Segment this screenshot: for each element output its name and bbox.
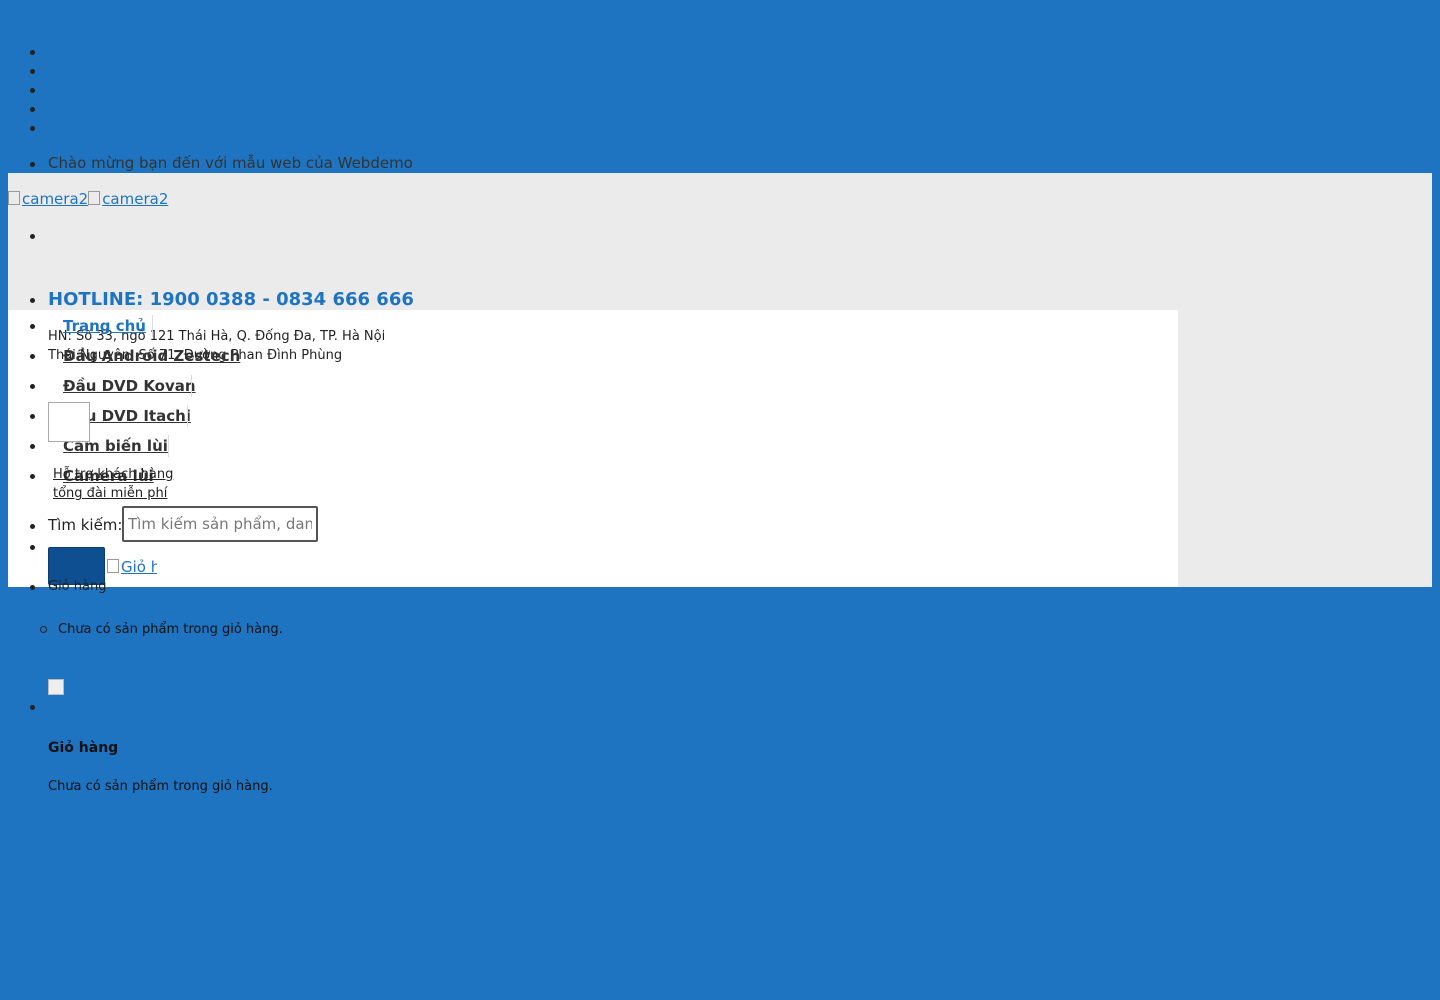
support-line-1[interactable]: Hỗ trợ khách hàng [53,467,173,482]
nav-item-android-zestech[interactable]: Đầu Android Zestech [63,347,240,365]
support-icon [48,402,90,442]
cart-image-icon [48,679,64,695]
social-link-2[interactable] [30,69,35,74]
cart-link[interactable]: Giỏ hàng [107,558,157,588]
social-link-1[interactable] [30,50,35,55]
logo-link-2[interactable]: camera2 [88,190,168,208]
nav-separator [191,375,192,397]
nav-bullet [30,384,35,389]
nav-item-home[interactable]: Trang chủ [63,317,146,335]
support-line-2[interactable]: tổng đài miễn phí [53,486,167,501]
welcome-bullet [30,162,35,167]
header-bullet [30,234,35,239]
nav-bullet [30,414,35,419]
logo[interactable]: camera2 camera2 [8,190,168,208]
hotline: HOTLINE: 1900 0388 - 0834 666 666 [48,289,414,310]
cart-sub-bullet [40,626,47,633]
nav-bullet [30,444,35,449]
cart-icon [107,559,119,573]
hotline-bullet [30,298,35,303]
search-bullet [30,524,35,529]
social-link-3[interactable] [30,88,35,93]
nav-separator [168,435,169,457]
cart-heading: Giỏ hàng [48,740,119,756]
welcome-text: Chào mừng bạn đến với mẫu web của Webdem… [48,154,413,172]
nav-bullet [30,474,35,479]
broken-image-icon [8,191,20,205]
nav-bullet [30,324,35,329]
search-label: Tìm kiếm: [48,516,123,534]
broken-image-icon [88,191,101,205]
cart-title: Giỏ hàng [48,579,107,594]
nav-bullet [30,354,35,359]
logo-link-1[interactable]: camera2 [8,190,88,208]
search-button-bullet [30,545,35,550]
cart-popup-bullet [30,705,35,710]
cart-empty-message-2: Chưa có sản phẩm trong giỏ hàng. [48,779,273,794]
social-link-4[interactable] [30,107,35,112]
cart-bullet [30,585,35,590]
nav-item-dvd-kovan[interactable]: Đầu DVD Kovan [63,377,196,395]
nav-separator [187,405,188,427]
search-input[interactable] [122,506,318,542]
cart-empty-message: Chưa có sản phẩm trong giỏ hàng. [58,622,283,637]
nav-separator [152,315,153,337]
social-link-5[interactable] [30,126,35,131]
